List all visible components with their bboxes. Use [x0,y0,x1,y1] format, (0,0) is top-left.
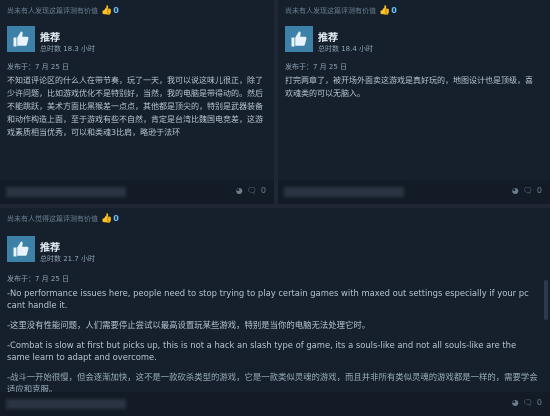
comment-count: 0 [260,186,266,195]
helpful-count: 0 [391,6,397,15]
scrollbar[interactable] [544,280,548,320]
recommendation-label: 推荐 [40,243,60,254]
comment-icon[interactable]: 🗨 [247,186,257,195]
comment-count: 0 [536,186,542,195]
hours-played: 总时数 21.7 小时 [40,255,96,263]
comment-icon[interactable]: 🗨 [523,186,533,195]
recommendation-label: 推荐 [40,33,60,44]
review-paragraph: -No performance issues here, people need… [7,288,529,310]
thumbs-up-icon [7,26,35,52]
review-paragraph: 打完两章了，被开场外面卖这游戏是真好玩的，地图设计也是顶级，喜欢魂类的可以无脑入… [285,76,533,98]
posted-date: 发布于：7 月 25 日 [285,63,348,71]
avatar[interactable] [284,187,404,197]
helpful-summary: 尚未有人觉得这篇评测有价值 👍0 [7,214,119,224]
review-paragraph: -Combat is slow at first but picks up, t… [7,340,517,362]
posted-date: 发布于：7 月 25 日 [7,63,70,71]
footer-actions: ◕ 🗨 0 [236,186,266,195]
review-footer: ◕ 🗨 0 [0,392,550,416]
helpful-count: 0 [113,214,119,223]
award-icon[interactable]: ◕ [512,186,519,195]
helpful-text: 尚未有人发现这篇评测有价值 [285,7,376,15]
hours-played: 总时数 18.4 小时 [318,45,374,53]
thumbs-up-icon [285,26,313,52]
review-card: 尚未有人觉得这篇评测有价值 👍0 推荐 总时数 21.7 小时 发布于：7 月 2… [0,208,550,416]
review-paragraph: 不知道评论区的什么人在带节奏，玩了一天，我可以说这味儿很正，除了少许问题，比如游… [7,76,263,137]
review-paragraph: -这里没有性能问题，人们需要停止尝试以最高设置玩某些游戏，特别是当你的电脑无法处… [7,320,371,330]
posted-date: 发布于：7 月 25 日 [7,275,70,283]
comment-count: 0 [536,398,542,407]
thumbs-up-icon[interactable]: 👍 [379,6,390,16]
hours-played: 总时数 18.3 小时 [40,45,96,53]
review-body: -No performance issues here, people need… [7,287,540,403]
award-icon[interactable]: ◕ [236,186,243,195]
review-body: 不知道评论区的什么人在带节奏，玩了一天，我可以说这味儿很正，除了少许问题，比如游… [7,74,264,139]
review-card: 尚未有人发现这篇评测有价值 👍0 推荐 总时数 18.3 小时 发布于：7 月 2… [0,0,274,204]
helpful-summary: 尚未有人发现这篇评测有价值 👍0 [7,6,119,16]
recommendation-label: 推荐 [318,33,338,44]
helpful-text: 尚未有人发现这篇评测有价值 [7,7,98,15]
helpful-text: 尚未有人觉得这篇评测有价值 [7,215,98,223]
review-footer: ◕ 🗨 0 [278,180,550,204]
review-card: 尚未有人发现这篇评测有价值 👍0 推荐 总时数 18.4 小时 发布于：7 月 2… [278,0,550,204]
award-icon[interactable]: ◕ [512,398,519,407]
thumbs-up-icon [7,236,35,262]
avatar[interactable] [6,187,126,197]
comment-icon[interactable]: 🗨 [523,398,533,407]
thumbs-up-icon[interactable]: 👍 [101,214,112,224]
thumbs-up-icon[interactable]: 👍 [101,6,112,16]
footer-actions: ◕ 🗨 0 [512,186,542,195]
review-body: 打完两章了，被开场外面卖这游戏是真好玩的，地图设计也是顶级，喜欢魂类的可以无脑入… [285,74,540,100]
avatar[interactable] [6,399,126,409]
helpful-summary: 尚未有人发现这篇评测有价值 👍0 [285,6,397,16]
review-footer: ◕ 🗨 0 [0,180,274,204]
helpful-count: 0 [113,6,119,15]
footer-actions: ◕ 🗨 0 [512,398,542,407]
